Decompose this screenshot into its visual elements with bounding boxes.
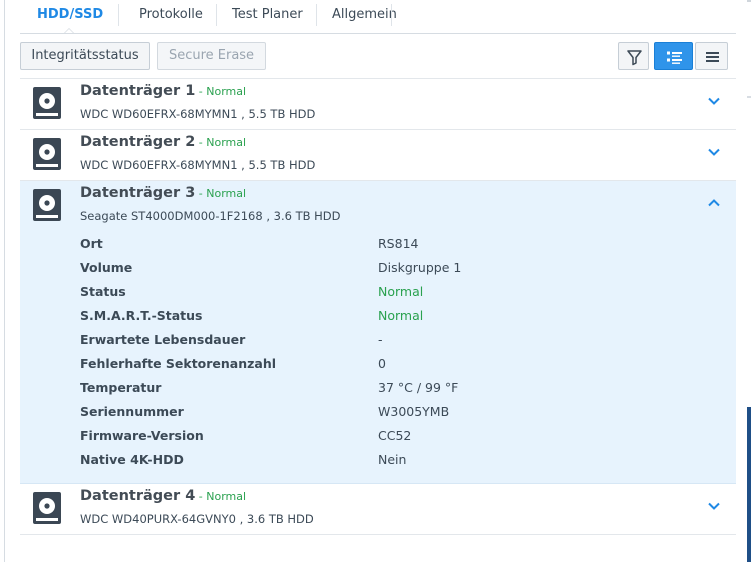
- detail-label: Status: [80, 284, 126, 299]
- detail-list-icon: [667, 51, 682, 64]
- tab-separator: [316, 4, 317, 26]
- detail-value: Normal: [378, 308, 424, 323]
- disk-status: Normal: [206, 490, 247, 503]
- detail-label: S.M.A.R.T.-Status: [80, 308, 203, 323]
- tab-allgemein[interactable]: Allgemein: [332, 0, 397, 30]
- background-window-edge: [747, 407, 751, 562]
- detail-label: Firmware-Version: [80, 428, 204, 443]
- hard-disk-icon: [33, 492, 61, 524]
- disk-model: Seagate ST4000DM000-1F2168 , 3.6 TB HDD: [80, 209, 341, 223]
- detail-row-volume: Volume Diskgruppe 1: [80, 258, 720, 278]
- detail-value: Normal: [378, 284, 424, 299]
- detail-label: Native 4K-HDD: [80, 452, 184, 467]
- tab-hdd-ssd[interactable]: HDD/SSD: [37, 0, 103, 30]
- tab-separator: [216, 4, 217, 26]
- detail-row-native-4k: Native 4K-HDD Nein: [80, 450, 720, 470]
- detail-row-bad-sectors: Fehlerhafte Sektorenanzahl 0: [80, 354, 720, 374]
- detail-view-button[interactable]: [654, 42, 693, 70]
- detail-value: CC52: [378, 428, 412, 443]
- chevron-up-icon[interactable]: [707, 198, 721, 208]
- disk-name: Datenträger 2: [80, 134, 196, 150]
- detail-value: RS814: [378, 236, 419, 251]
- detail-row-temperature: Temperatur 37 °C / 99 °F: [80, 378, 720, 398]
- detail-value: 0: [378, 356, 386, 371]
- disk-status: Normal: [206, 136, 247, 149]
- detail-label: Seriennummer: [80, 404, 184, 419]
- detail-label: Ort: [80, 236, 103, 251]
- disk-status: Normal: [206, 187, 247, 200]
- chevron-down-icon[interactable]: [707, 96, 721, 106]
- hard-disk-icon: [33, 138, 61, 170]
- disk-separator: -: [195, 490, 207, 503]
- disk-row[interactable]: Datenträger 2 - Normal WDC WD60EFRX-68MY…: [20, 130, 736, 181]
- detail-row-lifespan: Erwartete Lebensdauer -: [80, 330, 720, 350]
- active-tab-caret: [64, 28, 74, 33]
- detail-row-smart-status: S.M.A.R.T.-Status Normal: [80, 306, 720, 326]
- detail-row-ort: Ort RS814: [80, 234, 720, 254]
- detail-row-serial: Seriennummer W3005YMB: [80, 402, 720, 422]
- tab-protokolle[interactable]: Protokolle: [139, 0, 203, 30]
- detail-label: Volume: [80, 260, 133, 275]
- disk-title: Datenträger 4 - Normal: [80, 488, 246, 504]
- tab-separator: [391, 4, 392, 26]
- filter-button[interactable]: [618, 42, 649, 70]
- tab-bar: HDD/SSD Protokolle Test Planer Allgemein: [20, 0, 736, 34]
- chevron-down-icon[interactable]: [707, 147, 721, 157]
- disk-title: Datenträger 3 - Normal: [80, 185, 246, 201]
- hard-disk-icon: [33, 189, 61, 221]
- disk-separator: -: [195, 136, 207, 149]
- tab-separator: [118, 4, 119, 26]
- disk-title: Datenträger 1 - Normal: [80, 83, 246, 99]
- background-window-edge: [747, 96, 751, 98]
- disk-model: WDC WD60EFRX-68MYMN1 , 5.5 TB HDD: [80, 158, 316, 172]
- detail-label: Fehlerhafte Sektorenanzahl: [80, 356, 277, 371]
- secure-erase-button[interactable]: Secure Erase: [157, 42, 266, 70]
- detail-value: 37 °C / 99 °F: [378, 380, 459, 395]
- disk-row-expanded[interactable]: Datenträger 3 - Normal Seagate ST4000DM0…: [20, 181, 736, 484]
- disk-status: Normal: [206, 85, 247, 98]
- tab-test-planer[interactable]: Test Planer: [232, 0, 303, 30]
- disk-title: Datenträger 2 - Normal: [80, 134, 246, 150]
- detail-value: Nein: [378, 452, 407, 467]
- disk-separator: -: [195, 187, 207, 200]
- integrity-status-button[interactable]: Integritätsstatus: [20, 42, 150, 70]
- hard-disk-icon: [33, 87, 61, 119]
- filter-icon: [627, 50, 642, 66]
- detail-row-firmware: Firmware-Version CC52: [80, 426, 720, 446]
- disk-row[interactable]: Datenträger 1 - Normal WDC WD60EFRX-68MY…: [20, 79, 736, 130]
- detail-row-status: Status Normal: [80, 282, 720, 302]
- detail-value: W3005YMB: [378, 404, 450, 419]
- detail-value: -: [378, 332, 383, 347]
- disk-model: WDC WD40PURX-64GVNY0 , 3.6 TB HDD: [80, 512, 314, 526]
- background-window-edge: [747, 0, 751, 2]
- window-left-border: [4, 0, 5, 562]
- detail-label: Temperatur: [80, 380, 162, 395]
- list-view-button[interactable]: [695, 42, 728, 70]
- chevron-down-icon[interactable]: [707, 501, 721, 511]
- disk-name: Datenträger 4: [80, 488, 196, 504]
- disk-separator: -: [195, 85, 207, 98]
- list-icon: [706, 52, 719, 62]
- disk-row[interactable]: Datenträger 4 - Normal WDC WD40PURX-64GV…: [20, 484, 736, 535]
- disk-model: WDC WD60EFRX-68MYMN1 , 5.5 TB HDD: [80, 107, 316, 121]
- detail-value: Diskgruppe 1: [378, 260, 462, 275]
- disk-name: Datenträger 3: [80, 185, 196, 201]
- detail-label: Erwartete Lebensdauer: [80, 332, 246, 347]
- disk-name: Datenträger 1: [80, 83, 196, 99]
